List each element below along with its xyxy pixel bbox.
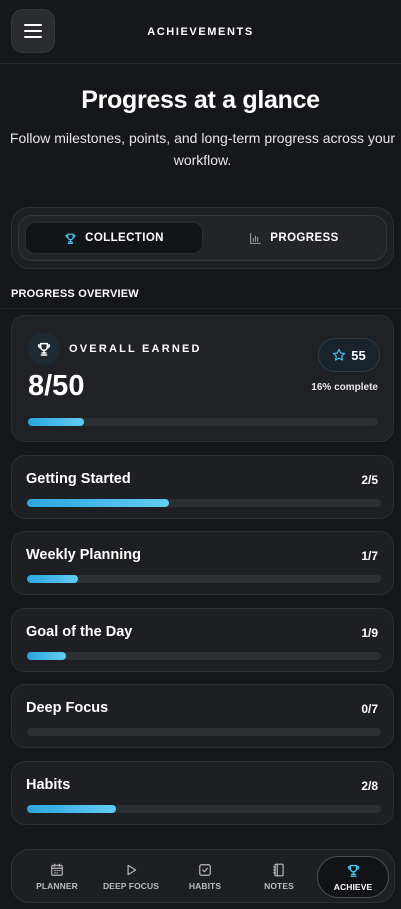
tab-progress[interactable]: PROGRESS xyxy=(205,222,383,254)
category-card-weekly-planning[interactable]: Weekly Planning 1/7 xyxy=(11,531,394,595)
category-card-habits[interactable]: Habits 2/8 xyxy=(11,761,394,825)
category-progress-fill xyxy=(27,575,78,583)
overall-percent-complete: 16% complete xyxy=(311,382,378,393)
bar-chart-icon xyxy=(250,232,262,244)
nav-notes[interactable]: NOTES xyxy=(242,856,316,898)
overall-earned-card: OVERALL EARNED 8/50 55 16% complete xyxy=(11,315,394,442)
tab-collection-label: COLLECTION xyxy=(85,232,164,244)
checkbox-icon xyxy=(199,864,211,876)
tab-progress-label: PROGRESS xyxy=(270,232,339,244)
category-name: Habits xyxy=(26,777,71,793)
bottom-navigation: PLANNER DEEP FOCUS HABITS NOTES ACHIEVE xyxy=(11,849,395,903)
play-icon xyxy=(127,864,137,876)
calendar-icon xyxy=(51,863,63,876)
trophy-icon xyxy=(347,864,359,877)
category-count: 0/7 xyxy=(361,702,378,716)
category-progress-fill xyxy=(27,652,67,660)
page-title: Progress at a glance xyxy=(81,86,320,114)
page-subtitle: Follow milestones, points, and long-term… xyxy=(9,130,396,168)
nav-planner[interactable]: PLANNER xyxy=(20,856,94,898)
overall-earned-label: OVERALL EARNED xyxy=(69,343,202,355)
category-card-deep-focus[interactable]: Deep Focus 0/7 xyxy=(11,684,394,748)
view-switcher: COLLECTION PROGRESS xyxy=(11,207,394,269)
nav-habits-label: HABITS xyxy=(188,881,222,891)
nav-notes-label: NOTES xyxy=(264,881,294,891)
nav-deep-focus[interactable]: DEEP FOCUS xyxy=(94,856,168,898)
star-icon xyxy=(333,348,346,361)
header-title: ACHIEVEMENTS xyxy=(147,26,254,38)
category-progress-fill xyxy=(27,499,169,507)
category-name: Getting Started xyxy=(26,471,131,487)
overall-earned-value: 8/50 xyxy=(28,370,85,402)
category-card-getting-started[interactable]: Getting Started 2/5 xyxy=(11,455,394,519)
section-divider xyxy=(0,308,401,309)
app-header: ACHIEVEMENTS xyxy=(0,0,401,64)
overall-progress-track xyxy=(28,418,378,426)
trophy-icon xyxy=(37,342,51,356)
points-badge: 55 xyxy=(318,338,380,372)
trophy-icon xyxy=(65,233,76,244)
category-name: Deep Focus xyxy=(26,700,109,716)
overall-trophy-badge xyxy=(28,333,60,365)
nav-deep-focus-label: DEEP FOCUS xyxy=(102,881,160,891)
category-count: 1/9 xyxy=(361,626,378,640)
category-card-goal-of-the-day[interactable]: Goal of the Day 1/9 xyxy=(11,608,394,672)
nav-planner-label: PLANNER xyxy=(36,881,78,891)
category-progress-track xyxy=(27,499,381,507)
section-heading: PROGRESS OVERVIEW xyxy=(11,288,139,300)
nav-achieve[interactable]: ACHIEVE xyxy=(317,856,389,898)
category-progress-track xyxy=(27,805,381,813)
points-value: 55 xyxy=(351,347,366,363)
category-progress-fill xyxy=(27,805,116,813)
category-progress-track xyxy=(27,652,381,660)
category-count: 2/8 xyxy=(361,779,378,793)
tab-collection[interactable]: COLLECTION xyxy=(25,222,203,254)
category-count: 1/7 xyxy=(361,549,378,563)
nav-achieve-label: ACHIEVE xyxy=(333,881,373,892)
view-switcher-track: COLLECTION PROGRESS xyxy=(18,215,387,261)
category-progress-track xyxy=(27,728,381,736)
category-name: Goal of the Day xyxy=(26,624,133,640)
notebook-icon xyxy=(273,863,284,877)
overall-progress-fill xyxy=(28,418,84,426)
category-progress-track xyxy=(27,575,381,583)
nav-habits[interactable]: HABITS xyxy=(168,856,242,898)
category-name: Weekly Planning xyxy=(26,547,141,563)
category-count: 2/5 xyxy=(361,473,378,487)
